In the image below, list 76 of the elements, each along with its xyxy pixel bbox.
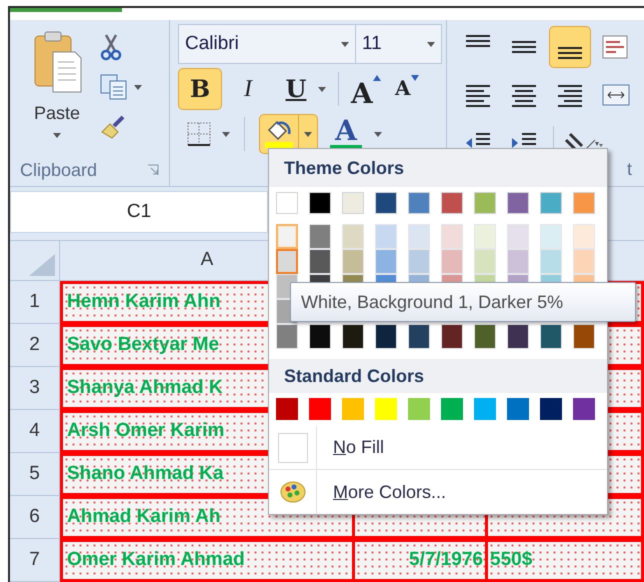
color-swatch[interactable] [375, 398, 397, 420]
font-name-dropdown[interactable]: Calibri [178, 24, 356, 64]
color-swatch[interactable] [474, 192, 496, 214]
caret-icon [304, 132, 312, 136]
menu-item[interactable]: No Fill [269, 426, 607, 470]
bold-button[interactable]: B [178, 68, 222, 110]
table-cell: 5/7/1976 [355, 539, 488, 582]
color-swatch[interactable] [342, 192, 364, 214]
section-header: Standard Colors [269, 359, 607, 393]
table-cell: Omer Karim Ahmad [60, 539, 355, 582]
section-header: Theme Colors [269, 149, 607, 187]
row-header[interactable]: 1 [10, 281, 60, 324]
select-all-button[interactable] [10, 241, 60, 281]
name-box[interactable]: C1 [10, 191, 268, 233]
row-header[interactable]: 7 [10, 539, 60, 582]
color-swatch[interactable] [276, 249, 298, 274]
top-align-icon [466, 35, 490, 47]
up-triangle-icon [372, 75, 381, 81]
color-swatch[interactable] [276, 224, 298, 249]
paste-button[interactable]: Paste [28, 28, 86, 148]
merge-icon [602, 82, 630, 108]
color-swatch[interactable] [507, 192, 529, 214]
borders-icon [186, 121, 212, 147]
empty-swatch-icon [278, 432, 308, 462]
copy-button[interactable] [100, 72, 142, 102]
color-swatch[interactable] [540, 398, 562, 420]
caret-icon [341, 42, 349, 46]
color-swatch[interactable] [276, 398, 298, 420]
caret-icon [53, 133, 61, 138]
color-swatch[interactable] [441, 192, 463, 214]
caret-icon [318, 86, 326, 92]
shrink-font-button[interactable]: A [395, 69, 435, 109]
color-swatch[interactable] [375, 192, 397, 214]
row-header[interactable]: 3 [10, 367, 60, 410]
bottom-align-icon [558, 47, 582, 59]
paintbrush-icon [100, 114, 126, 140]
caret-icon [222, 132, 230, 136]
color-swatch[interactable] [408, 398, 430, 420]
align-center-icon [510, 82, 538, 108]
scissors-icon [100, 33, 122, 61]
wrap-text-icon [602, 34, 630, 60]
row-header[interactable]: 2 [10, 324, 60, 367]
tooltip: White, Background 1, Darker 5% [290, 282, 636, 322]
table-cell: 550$ [488, 539, 644, 582]
color-swatch[interactable] [408, 192, 430, 214]
color-swatch[interactable] [474, 398, 496, 420]
color-swatch[interactable] [342, 398, 364, 420]
color-swatch[interactable] [276, 192, 298, 214]
italic-button[interactable]: I [226, 68, 270, 110]
underline-button[interactable]: U [274, 68, 318, 110]
grow-font-button[interactable]: A [351, 69, 391, 109]
group-label: Clipboard [20, 158, 98, 182]
caret-icon [134, 84, 142, 90]
color-swatch[interactable] [540, 192, 562, 214]
group-label: t [626, 158, 632, 181]
triangle-icon [29, 254, 55, 276]
color-swatch[interactable] [441, 398, 463, 420]
palette-icon [280, 480, 306, 504]
color-swatch[interactable] [309, 398, 331, 420]
caret-icon [374, 132, 382, 136]
color-swatch[interactable] [309, 192, 331, 214]
color-swatch[interactable] [573, 398, 595, 420]
align-right-icon [556, 82, 584, 108]
font-size-dropdown[interactable]: 11 [356, 24, 442, 64]
copy-icon [100, 74, 128, 100]
caret-icon [427, 42, 435, 46]
bottom-align-button[interactable] [549, 26, 591, 68]
row-header[interactable]: 4 [10, 410, 60, 453]
dialog-launcher-button[interactable] [147, 164, 159, 176]
align-left-icon [464, 82, 492, 108]
row-header[interactable]: 5 [10, 453, 60, 496]
middle-align-icon [512, 41, 536, 53]
down-triangle-icon [410, 75, 419, 81]
color-swatch[interactable] [507, 398, 529, 420]
row-header[interactable]: 6 [10, 496, 60, 539]
color-swatch[interactable] [573, 192, 595, 214]
